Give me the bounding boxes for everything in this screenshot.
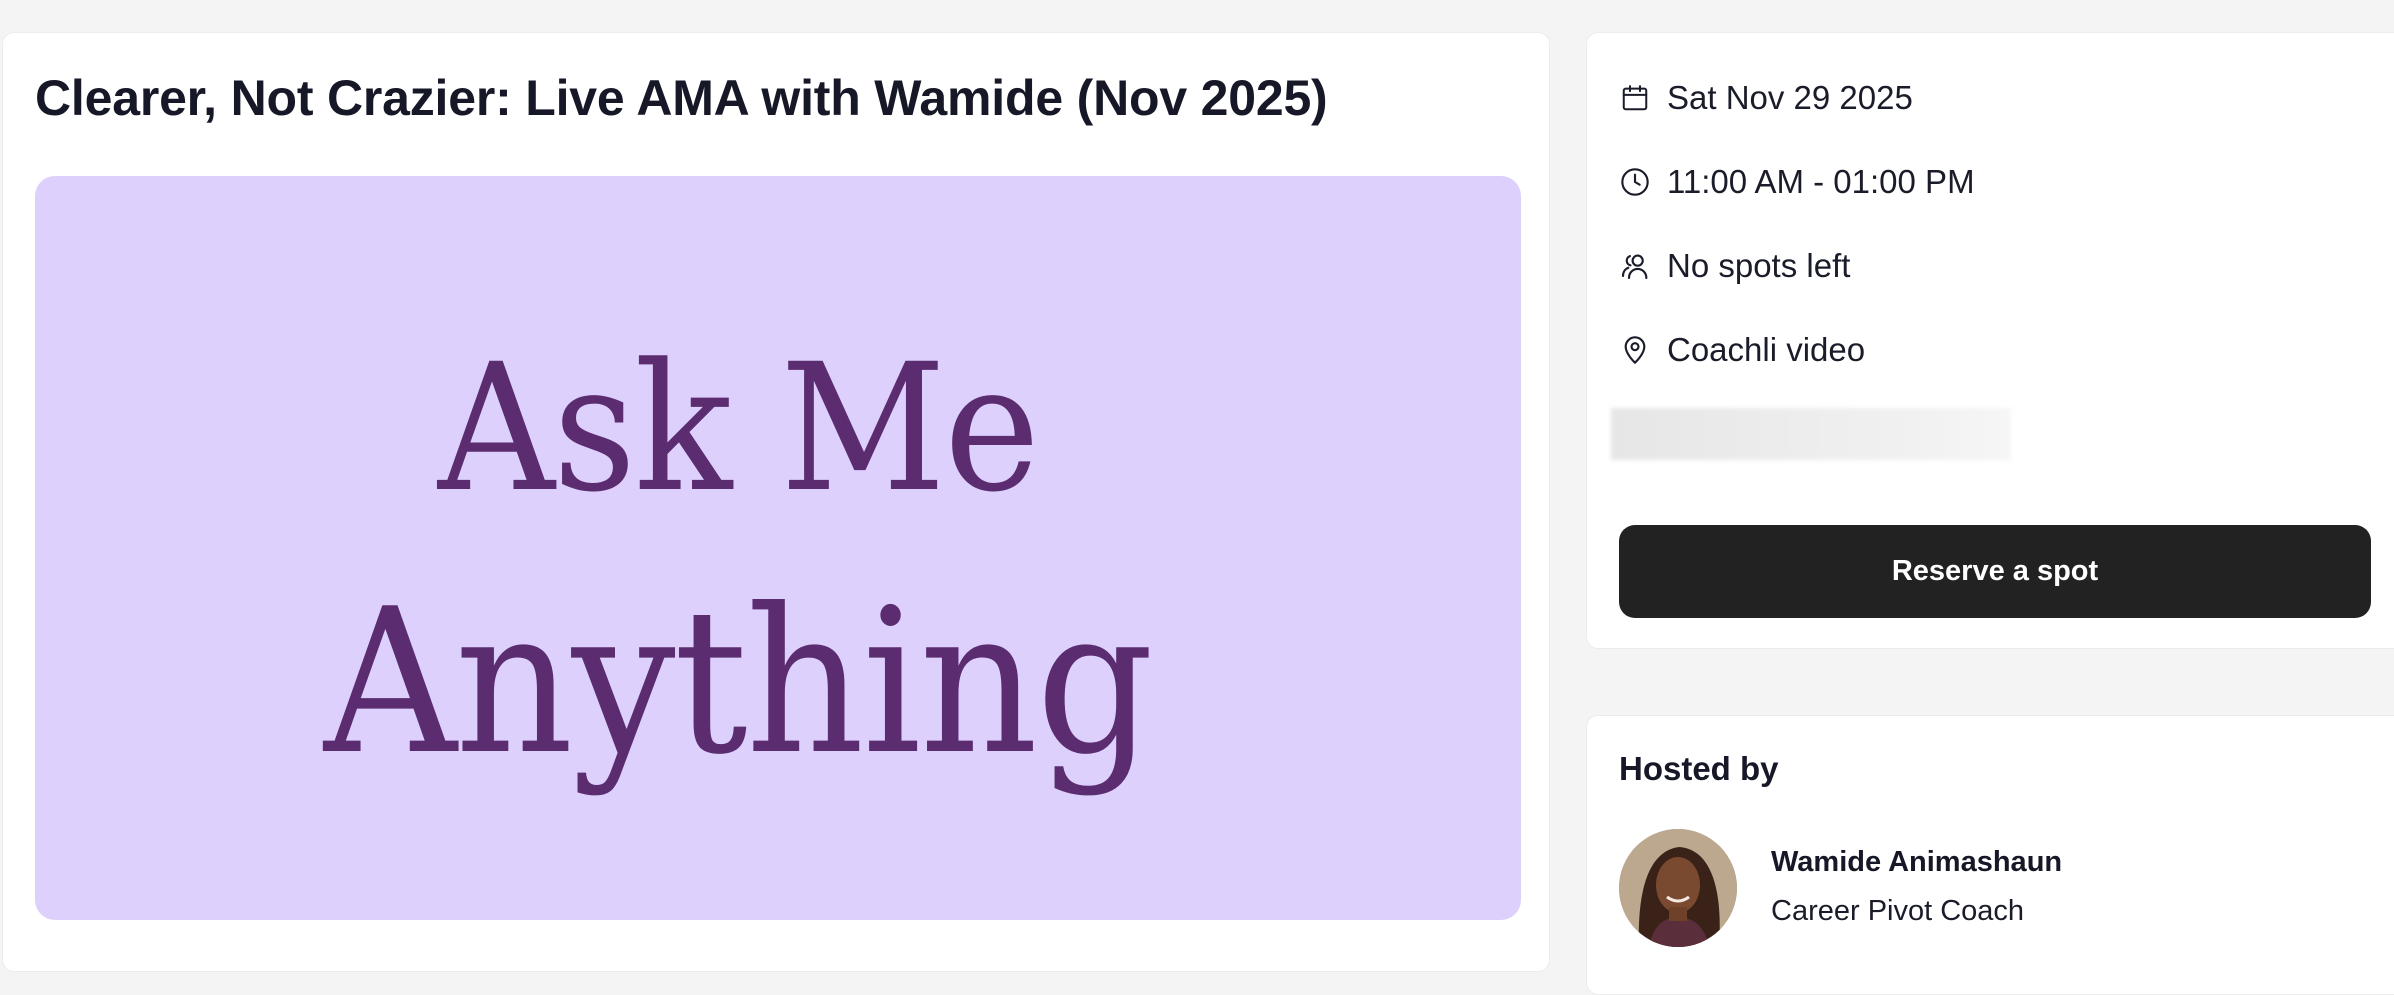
event-title: Clearer, Not Crazier: Live AMA with Wami…	[35, 70, 1328, 126]
banner-text-line-1: Ask Me	[437, 326, 1040, 531]
event-details-card: Sat Nov 29 2025 11:00 AM - 01:00 PM No s…	[1586, 32, 2394, 649]
redacted-detail	[1611, 408, 2011, 460]
host-avatar	[1619, 829, 1737, 947]
banner-text-line-2: Anything	[323, 566, 1154, 799]
event-spots-row: No spots left	[1619, 241, 1850, 291]
event-main-card: Clearer, Not Crazier: Live AMA with Wami…	[2, 32, 1550, 972]
event-spots-text: No spots left	[1667, 247, 1851, 284]
host-name[interactable]: Wamide Animashaun	[1771, 846, 2062, 879]
host-card: Hosted by Wamide Animashaun Career Pivot…	[1586, 715, 2394, 995]
event-location-text: Coachli video	[1667, 331, 1866, 368]
map-pin-icon	[1619, 334, 1651, 366]
event-banner-image: Ask Me Anything	[35, 176, 1521, 920]
event-time-text: 11:00 AM - 01:00 PM	[1667, 163, 1975, 200]
host-role: Career Pivot Coach	[1771, 895, 2025, 927]
event-date-row: Sat Nov 29 2025	[1619, 73, 1913, 123]
calendar-icon	[1619, 82, 1651, 114]
event-location-row: Coachli video	[1619, 325, 1865, 375]
people-icon	[1619, 250, 1651, 282]
event-date-text: Sat Nov 29 2025	[1667, 79, 1913, 116]
reserve-spot-button[interactable]: Reserve a spot	[1619, 525, 2371, 618]
hosted-by-heading: Hosted by	[1619, 750, 1779, 787]
clock-icon	[1619, 166, 1651, 198]
event-time-row: 11:00 AM - 01:00 PM	[1619, 157, 1975, 207]
